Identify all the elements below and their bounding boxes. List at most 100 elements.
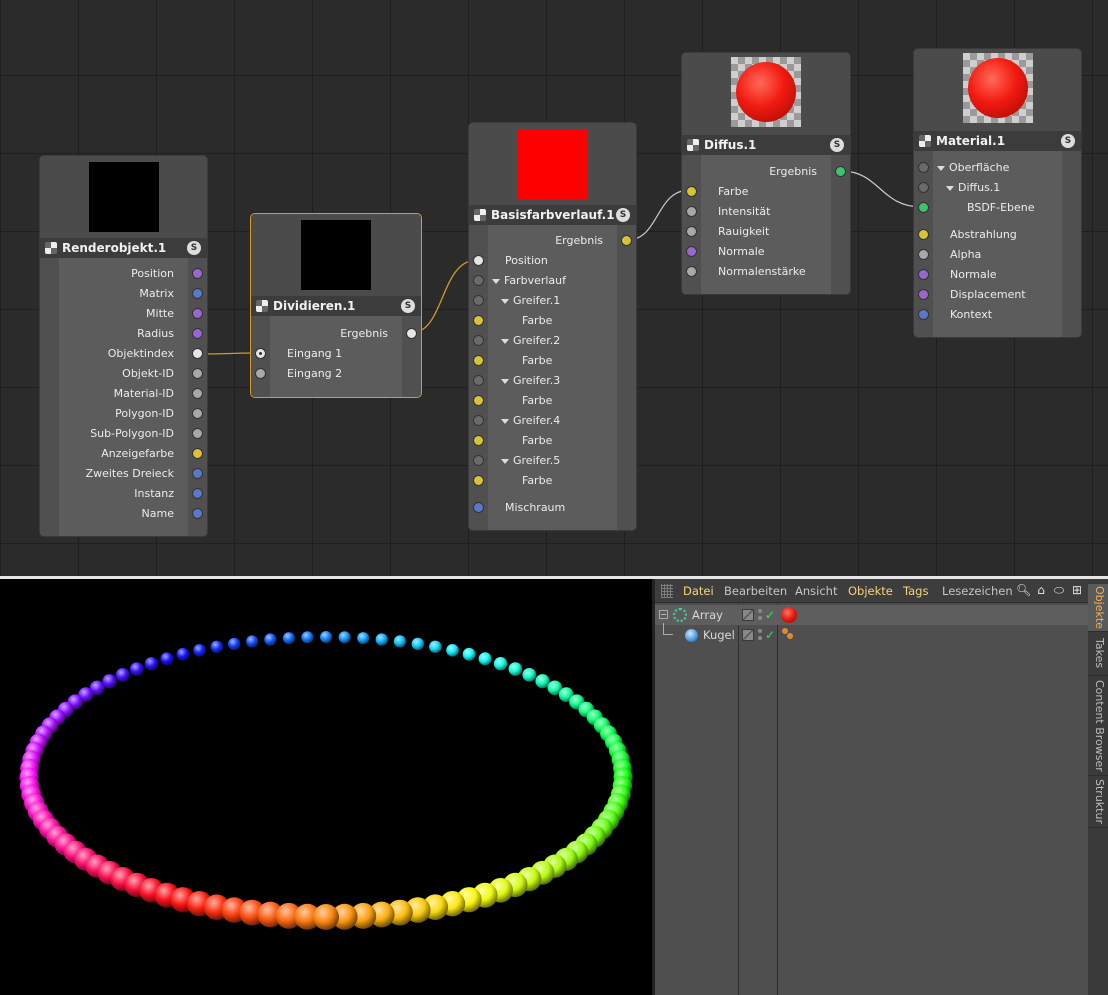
output-port[interactable] xyxy=(192,368,203,379)
input-port[interactable] xyxy=(686,266,697,277)
object-name[interactable]: Kugel xyxy=(703,625,735,645)
object-row-kugel[interactable]: Kugel ✓ xyxy=(655,623,1088,645)
expand-triangle-icon[interactable] xyxy=(946,185,954,191)
output-port[interactable] xyxy=(192,348,203,359)
node-editor[interactable]: Renderobjekt.1 S Position Matrix Mitte R… xyxy=(0,0,1108,576)
input-port[interactable] xyxy=(918,249,929,260)
menu-ansicht[interactable]: Ansicht xyxy=(795,584,837,598)
solo-icon[interactable]: S xyxy=(616,208,630,222)
node-basisfarbverlauf[interactable]: Basisfarbverlauf.1 S Ergebnis Position F… xyxy=(468,122,637,531)
node-header[interactable]: Diffus.1 S xyxy=(682,135,850,155)
menu-lesezeichen[interactable]: Lesezeichen xyxy=(942,584,1013,598)
object-row-array[interactable]: − Array ✓ xyxy=(655,605,1088,625)
input-port[interactable] xyxy=(686,186,697,197)
node-diffus[interactable]: Diffus.1 S Ergebnis Farbe Intensität Rau… xyxy=(681,52,851,295)
panel-grip-icon[interactable] xyxy=(661,584,673,598)
node-material[interactable]: Material.1 S Oberfläche Diffus.1 BSDF-Eb… xyxy=(913,48,1082,338)
object-name[interactable]: Array xyxy=(692,605,723,625)
layer-icon[interactable] xyxy=(742,609,754,621)
node-dividieren[interactable]: Dividieren.1 S Ergebnis Eingang 1 Eingan… xyxy=(250,213,422,398)
node-header[interactable]: Basisfarbverlauf.1 S xyxy=(469,205,636,225)
enabled-check-icon[interactable]: ✓ xyxy=(765,605,775,625)
input-port[interactable] xyxy=(918,182,929,193)
input-port[interactable] xyxy=(473,502,484,513)
tab-objekte[interactable]: Objekte xyxy=(1088,584,1108,632)
home-icon[interactable]: ⌂ xyxy=(1034,583,1048,598)
visibility-dots-icon[interactable] xyxy=(758,608,762,622)
input-port[interactable] xyxy=(473,455,484,466)
output-port[interactable] xyxy=(192,408,203,419)
menu-objekte[interactable]: Objekte xyxy=(848,584,893,598)
expand-triangle-icon[interactable] xyxy=(501,338,509,344)
input-port[interactable] xyxy=(473,275,484,286)
expand-triangle-icon[interactable] xyxy=(501,298,509,304)
output-port[interactable] xyxy=(621,235,632,246)
visibility-dots-icon[interactable] xyxy=(758,628,762,642)
node-header[interactable]: Dividieren.1 S xyxy=(251,296,421,316)
input-port[interactable] xyxy=(473,355,484,366)
expand-triangle-icon[interactable] xyxy=(937,165,945,171)
input-port[interactable] xyxy=(686,206,697,217)
expand-triangle-icon[interactable] xyxy=(501,378,509,384)
render-viewport[interactable] xyxy=(0,579,652,995)
tab-struktur[interactable]: Struktur xyxy=(1088,776,1108,828)
output-port[interactable] xyxy=(192,288,203,299)
output-port[interactable] xyxy=(192,508,203,519)
node-header[interactable]: Renderobjekt.1 S xyxy=(40,238,207,258)
output-port[interactable] xyxy=(192,328,203,339)
material-tag-icon[interactable] xyxy=(781,607,797,623)
input-port[interactable] xyxy=(473,295,484,306)
input-port[interactable] xyxy=(918,162,929,173)
menu-datei[interactable]: Datei xyxy=(683,584,714,598)
solo-icon[interactable]: S xyxy=(830,138,844,152)
expand-triangle-icon[interactable] xyxy=(492,278,500,284)
search-icon[interactable]: 🔍︎ xyxy=(1016,583,1031,598)
input-port[interactable] xyxy=(473,435,484,446)
input-port[interactable] xyxy=(918,202,929,213)
input-port[interactable] xyxy=(918,289,929,300)
input-port[interactable] xyxy=(255,368,266,379)
input-port[interactable] xyxy=(918,269,929,280)
enabled-check-icon[interactable]: ✓ xyxy=(765,625,775,645)
tab-takes[interactable]: Takes xyxy=(1088,632,1108,676)
input-port[interactable] xyxy=(473,255,484,266)
input-port[interactable] xyxy=(473,415,484,426)
menu-tags[interactable]: Tags xyxy=(903,584,928,598)
layer-icon[interactable] xyxy=(742,629,754,641)
node-renderobjekt[interactable]: Renderobjekt.1 S Position Matrix Mitte R… xyxy=(39,155,208,537)
input-port[interactable] xyxy=(686,246,697,257)
input-port[interactable] xyxy=(686,226,697,237)
input-port[interactable] xyxy=(255,348,266,359)
output-port[interactable] xyxy=(192,268,203,279)
output-port[interactable] xyxy=(192,488,203,499)
output-port[interactable] xyxy=(406,328,417,339)
input-port[interactable] xyxy=(473,335,484,346)
ring-sphere xyxy=(210,640,223,653)
output-port[interactable] xyxy=(835,166,846,177)
expand-triangle-icon[interactable] xyxy=(501,458,509,464)
solo-icon[interactable]: S xyxy=(187,241,201,255)
tab-content-browser[interactable]: Content Browser xyxy=(1088,676,1108,776)
new-panel-icon[interactable]: ⊞ xyxy=(1070,583,1084,598)
expand-triangle-icon[interactable] xyxy=(501,418,509,424)
node-header[interactable]: Material.1 S xyxy=(914,131,1081,151)
output-port[interactable] xyxy=(192,468,203,479)
solo-icon[interactable]: S xyxy=(1061,134,1075,148)
port-label: Anzeigefarbe xyxy=(101,447,174,460)
input-port[interactable] xyxy=(473,395,484,406)
input-port[interactable] xyxy=(918,229,929,240)
input-port[interactable] xyxy=(473,475,484,486)
input-port[interactable] xyxy=(473,315,484,326)
menu-bearbeiten[interactable]: Bearbeiten xyxy=(724,584,787,598)
output-port[interactable] xyxy=(192,448,203,459)
port-row: Name xyxy=(40,504,207,524)
output-port[interactable] xyxy=(192,308,203,319)
input-port[interactable] xyxy=(473,375,484,386)
display-tag-icon[interactable] xyxy=(782,628,794,640)
output-port[interactable] xyxy=(192,388,203,399)
tree-expand-icon[interactable]: − xyxy=(659,610,668,619)
eye-icon[interactable]: ⬭ xyxy=(1052,583,1066,598)
input-port[interactable] xyxy=(918,309,929,320)
output-port[interactable] xyxy=(192,428,203,439)
solo-icon[interactable]: S xyxy=(401,299,415,313)
